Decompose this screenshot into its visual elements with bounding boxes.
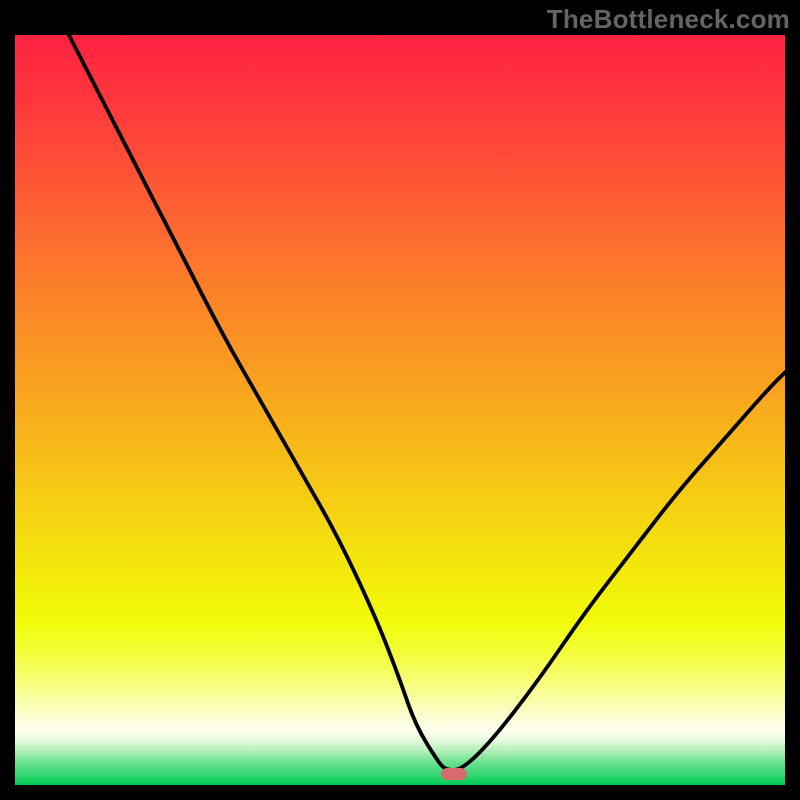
min-marker — [441, 768, 467, 780]
plot-area — [15, 35, 785, 785]
bottleneck-curve — [15, 35, 785, 785]
curve-path — [69, 35, 785, 770]
attribution-text: TheBottleneck.com — [547, 4, 790, 35]
chart-frame: TheBottleneck.com — [0, 0, 800, 800]
